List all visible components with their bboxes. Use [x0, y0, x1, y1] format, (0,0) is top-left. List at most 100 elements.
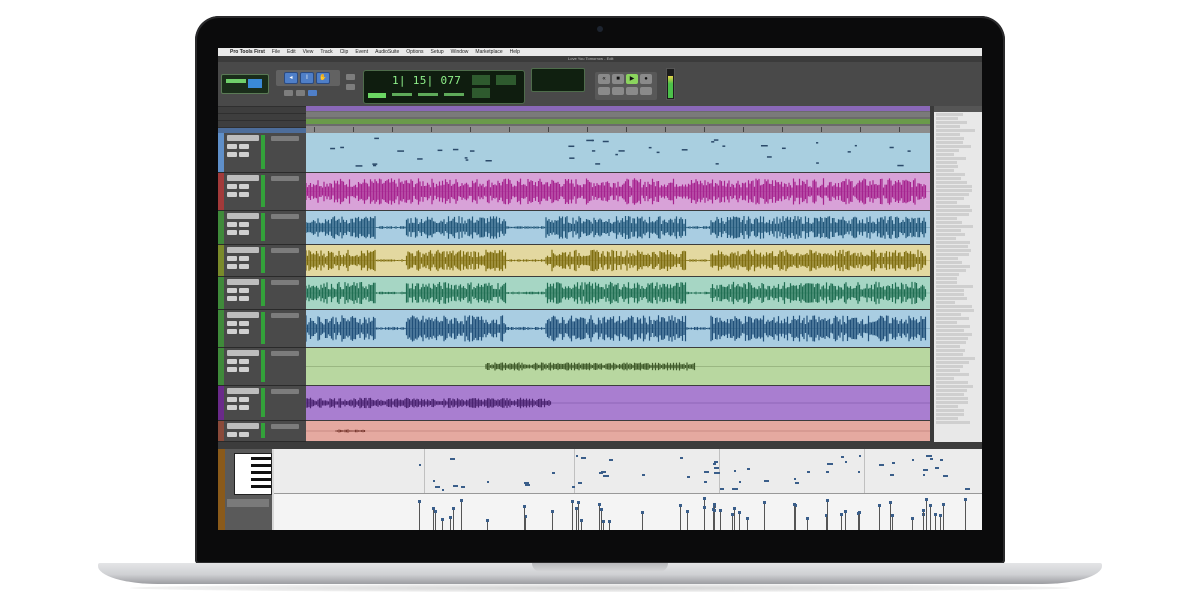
midi-note[interactable]: [434, 486, 440, 489]
bars-beats-ruler[interactable]: [306, 126, 930, 133]
clip-list-item[interactable]: [936, 365, 963, 368]
velocity-stem[interactable]: [570, 499, 574, 530]
velocity-stem[interactable]: [737, 510, 741, 530]
clip-list-item[interactable]: [936, 277, 957, 280]
clip-list-item[interactable]: [936, 245, 968, 248]
velocity-stem[interactable]: [602, 519, 606, 530]
insert-slot[interactable]: [271, 424, 299, 429]
clip-list-item[interactable]: [936, 197, 964, 200]
velocity-stem[interactable]: [597, 503, 601, 530]
menu-options[interactable]: Options: [406, 48, 423, 56]
mute-button[interactable]: [227, 230, 237, 235]
clip-list-item[interactable]: [936, 153, 954, 156]
track-name-field[interactable]: [227, 175, 259, 181]
clip-list-item[interactable]: [936, 137, 964, 140]
clip-list-item[interactable]: [936, 273, 959, 276]
midi-note[interactable]: [714, 472, 721, 475]
menu-help[interactable]: Help: [510, 48, 520, 56]
clip-list-item[interactable]: [936, 261, 962, 264]
midi-note[interactable]: [486, 481, 490, 484]
solo-button[interactable]: [239, 288, 249, 293]
countoff-button[interactable]: [626, 87, 638, 95]
track-lanes[interactable]: [306, 133, 930, 442]
tempo-ruler[interactable]: [306, 112, 930, 117]
clip-list-item[interactable]: [936, 141, 963, 144]
velocity-stem[interactable]: [840, 512, 844, 530]
slip-button[interactable]: [296, 90, 305, 96]
clip-list-item[interactable]: [936, 405, 958, 408]
secondary-counter[interactable]: [531, 68, 585, 92]
record-arm-button[interactable]: [227, 359, 237, 364]
clip-list-item[interactable]: [936, 133, 960, 136]
clip-list-item[interactable]: [936, 361, 969, 364]
velocity-stem[interactable]: [524, 514, 528, 530]
track-header[interactable]: [218, 245, 306, 277]
menu-app-name[interactable]: Pro Tools First: [230, 48, 265, 56]
velocity-stem[interactable]: [792, 502, 796, 530]
clip-list-item[interactable]: [936, 125, 960, 128]
midi-note[interactable]: [738, 481, 742, 484]
track-name-field[interactable]: [227, 350, 259, 356]
solo-button[interactable]: [239, 321, 249, 326]
stop-button[interactable]: ■: [612, 74, 624, 84]
insert-slot[interactable]: [271, 136, 299, 141]
clip-list-item[interactable]: [936, 281, 957, 284]
midi-note[interactable]: [703, 481, 707, 484]
track-view-button[interactable]: [239, 367, 249, 372]
clip-list-item[interactable]: [936, 193, 969, 196]
velocity-stem[interactable]: [713, 509, 717, 530]
clip-list-item[interactable]: [936, 393, 964, 396]
midi-note[interactable]: [609, 459, 614, 462]
rewind-button[interactable]: «: [598, 74, 610, 84]
midi-note[interactable]: [713, 463, 717, 466]
clip-list-item[interactable]: [936, 169, 954, 172]
track-view-button[interactable]: [239, 329, 249, 334]
menu-track[interactable]: Track: [320, 48, 332, 56]
track-view-button[interactable]: [239, 264, 249, 269]
audio-clip[interactable]: [306, 386, 930, 421]
mute-button[interactable]: [227, 405, 237, 410]
velocity-stem[interactable]: [580, 518, 584, 530]
track-view-button[interactable]: [239, 192, 249, 197]
midi-note[interactable]: [911, 458, 915, 461]
clip-list-item[interactable]: [936, 225, 973, 228]
track-name-field[interactable]: [227, 213, 259, 219]
midi-note[interactable]: [940, 459, 943, 461]
record-arm-button[interactable]: [227, 184, 237, 189]
timeline-rulers[interactable]: [306, 106, 930, 133]
velocity-stem[interactable]: [433, 509, 437, 530]
clip-list-item[interactable]: [936, 297, 967, 300]
midi-note[interactable]: [720, 487, 725, 490]
solo-button[interactable]: [239, 256, 249, 261]
midi-note[interactable]: [453, 485, 459, 488]
midi-note[interactable]: [460, 485, 466, 488]
mute-button[interactable]: [227, 329, 237, 334]
clip-list-item[interactable]: [936, 409, 964, 412]
meter-ruler[interactable]: [306, 119, 930, 124]
clip-list-item[interactable]: [936, 217, 957, 220]
midi-note[interactable]: [935, 466, 939, 469]
clip-list-item[interactable]: [936, 201, 957, 204]
menu-view[interactable]: View: [303, 48, 314, 56]
clip-list-item[interactable]: [936, 213, 969, 216]
track-view-button[interactable]: [239, 230, 249, 235]
audio-clip[interactable]: [306, 348, 930, 386]
velocity-stem[interactable]: [762, 500, 766, 530]
midi-note[interactable]: [449, 457, 455, 460]
clip-list-item[interactable]: [936, 181, 967, 184]
clip-list-item[interactable]: [936, 189, 972, 192]
velocity-stem[interactable]: [719, 509, 723, 530]
clip-list-item[interactable]: [936, 269, 966, 272]
mute-button[interactable]: [227, 192, 237, 197]
clip-list-item[interactable]: [936, 221, 962, 224]
clip-list-item[interactable]: [936, 341, 966, 344]
clip-list-item[interactable]: [936, 333, 972, 336]
clip-list-item[interactable]: [936, 313, 961, 316]
track-header[interactable]: [218, 348, 306, 386]
midi-note[interactable]: [581, 456, 587, 459]
velocity-stem[interactable]: [440, 517, 444, 530]
insert-slot[interactable]: [271, 313, 299, 318]
velocity-stem[interactable]: [826, 499, 830, 530]
clip-list-item[interactable]: [936, 369, 960, 372]
zoom-button[interactable]: [346, 74, 355, 80]
